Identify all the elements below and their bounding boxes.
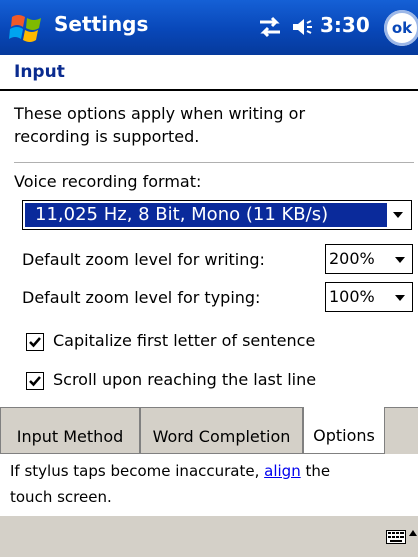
ok-button[interactable]: ok [384,10,418,46]
tab-options[interactable]: Options [303,407,385,454]
pocket-pc-screen: Settings 3:30 ok Input These options app… [0,0,418,557]
zoom-writing-value: 200% [329,249,375,268]
page-header: Input [0,55,418,89]
voice-format-dropdown[interactable]: 11,025 Hz, 8 Bit, Mono (11 KB/s) [22,200,412,230]
zoom-typing-dropdown[interactable]: 100% [325,282,413,312]
voice-format-value: 11,025 Hz, 8 Bit, Mono (11 KB/s) [25,203,387,227]
intro-text-line1: These options apply when writing or [14,104,306,123]
input-panel-arrow-icon[interactable] [409,530,417,536]
help-text-before: If stylus taps become inaccurate, [10,462,265,480]
zoom-typing-label: Default zoom level for typing: [22,288,261,307]
menu-bar [0,515,418,557]
help-text-line1: If stylus taps become inaccurate, align … [10,462,330,480]
chevron-down-icon [395,295,405,301]
capitalize-checkbox[interactable] [26,333,44,351]
help-text-line2: touch screen. [10,488,112,506]
capitalize-label[interactable]: Capitalize first letter of sentence [53,331,315,350]
help-text-after: the [300,462,331,480]
windows-start-icon[interactable] [8,9,46,47]
title-bar: Settings 3:30 ok [0,0,418,55]
tab-input-method[interactable]: Input Method [0,408,140,454]
zoom-writing-dropdown[interactable]: 200% [325,244,413,274]
chevron-down-icon [393,212,403,218]
zoom-writing-label: Default zoom level for writing: [22,250,265,269]
header-divider [0,89,418,91]
voice-format-label: Voice recording format: [14,172,202,191]
page-title: Input [14,62,65,82]
app-title: Settings [54,12,149,36]
clock[interactable]: 3:30 [320,13,370,37]
speaker-icon[interactable] [290,14,316,40]
tab-strip: Input Method Word Completion Options [0,407,418,454]
intro-text-line2: recording is supported. [14,127,200,146]
tab-word-completion[interactable]: Word Completion [140,408,303,454]
connectivity-icon[interactable] [256,14,284,40]
scroll-label[interactable]: Scroll upon reaching the last line [53,370,316,389]
scroll-checkbox[interactable] [26,372,44,390]
align-link[interactable]: align [264,462,301,480]
keyboard-icon[interactable] [386,530,406,544]
checkmark-icon [29,337,41,348]
zoom-typing-value: 100% [329,287,375,306]
section-divider [14,162,414,163]
chevron-down-icon [395,257,405,263]
checkmark-icon [29,376,41,387]
